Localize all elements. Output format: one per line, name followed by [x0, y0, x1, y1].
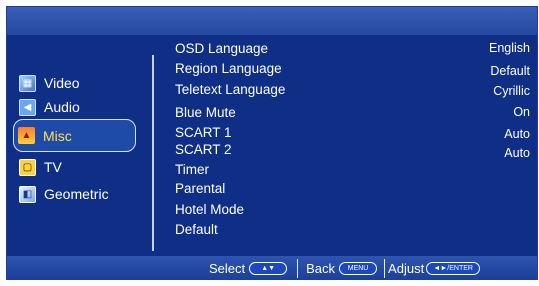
speaker-icon: ◀: [19, 98, 36, 116]
option-timer[interactable]: Timer: [175, 160, 530, 178]
side-item-audio[interactable]: ◀ Audio: [15, 94, 133, 120]
side-item-label: Misc: [43, 127, 72, 144]
option-label: Region Language: [175, 60, 282, 76]
side-item-video[interactable]: ▦ Video: [15, 70, 133, 96]
option-scart-1[interactable]: SCART 1 Auto: [175, 123, 530, 142]
side-item-label: Geometric: [44, 186, 109, 202]
film-icon: ▦: [19, 74, 36, 92]
option-label: SCART 2: [175, 141, 232, 157]
option-value: Default: [490, 64, 530, 78]
left-right-enter-key-icon: ◄►/ENTER: [426, 262, 481, 275]
hint-separator: [297, 259, 299, 278]
bottom-hint-bar: Select ▲▼ Back MENU Adjust ◄►/ENTER: [7, 256, 537, 279]
option-value: Auto: [504, 146, 530, 160]
misc-icon: ▲: [18, 127, 35, 144]
option-osd-language[interactable]: OSD Language English: [175, 39, 530, 57]
option-label: Timer: [175, 161, 209, 177]
option-label: OSD Language: [175, 40, 269, 56]
hint-select-label: Select: [209, 261, 246, 276]
option-region-language[interactable]: Region Language Default: [175, 59, 530, 79]
side-menu: ▦ Video ◀ Audio ▲ Misc ▢ TV ◧ Geometric: [7, 7, 157, 279]
option-default[interactable]: Default: [175, 220, 530, 238]
side-item-geometric[interactable]: ◧ Geometric: [15, 181, 133, 207]
hint-back: Back MENU: [306, 261, 378, 276]
tv-icon: ▢: [19, 158, 36, 176]
hint-back-label: Back: [306, 261, 336, 276]
side-item-label: Audio: [44, 99, 80, 115]
option-value: Auto: [504, 127, 530, 141]
side-item-label: Video: [44, 75, 80, 91]
option-blue-mute[interactable]: Blue Mute On: [175, 103, 530, 121]
hint-adjust-label: Adjust: [388, 261, 425, 276]
side-item-label: TV: [44, 159, 62, 175]
option-value: Cyrillic: [493, 84, 530, 98]
option-label: Blue Mute: [175, 104, 236, 120]
hint-adjust: Adjust ◄►/ENTER: [388, 261, 481, 276]
option-value: English: [489, 41, 530, 55]
geometric-icon: ◧: [19, 185, 36, 203]
option-hotel-mode[interactable]: Hotel Mode: [175, 200, 530, 218]
menu-key-icon: MENU: [339, 262, 378, 275]
menu-divider: [152, 55, 154, 251]
hint-separator: [384, 259, 386, 278]
osd-menu-window: ▦ Video ◀ Audio ▲ Misc ▢ TV ◧ Geometric …: [6, 6, 538, 280]
option-label: Hotel Mode: [175, 201, 245, 217]
option-label: SCART 1: [175, 124, 232, 140]
option-label: Teletext Language: [175, 81, 286, 97]
side-item-misc[interactable]: ▲ Misc: [13, 119, 136, 152]
option-scart-2[interactable]: SCART 2 Auto: [175, 140, 530, 161]
option-label: Default: [175, 221, 218, 237]
hint-select: Select ▲▼: [209, 261, 288, 276]
option-label: Parental: [175, 180, 226, 196]
side-item-tv[interactable]: ▢ TV: [15, 154, 133, 180]
option-teletext-language[interactable]: Teletext Language Cyrillic: [175, 80, 530, 99]
up-down-key-icon: ▲▼: [249, 262, 288, 275]
option-parental[interactable]: Parental: [175, 179, 530, 197]
option-value: On: [513, 105, 530, 119]
